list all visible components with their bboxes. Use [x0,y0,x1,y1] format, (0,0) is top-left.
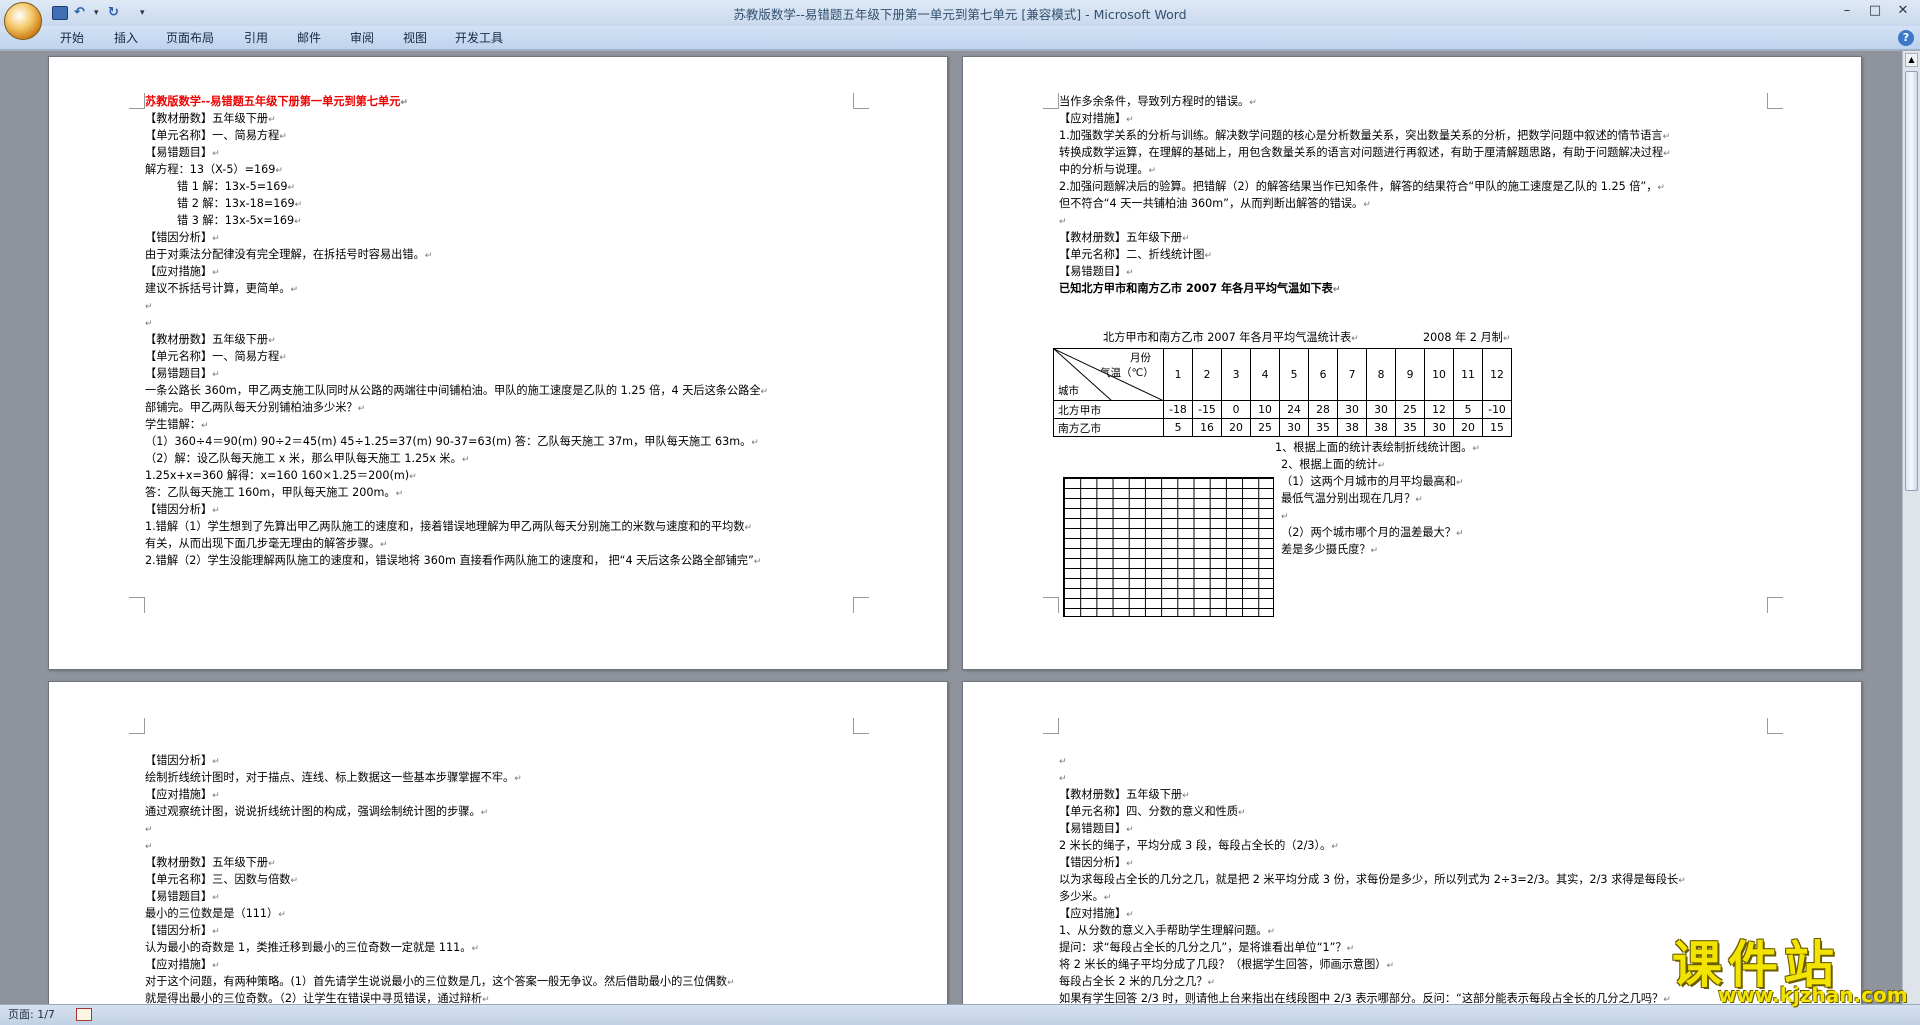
text-line: 2.错解（2）学生没能理解两队施工的速度和，错误地将 360m 直接看作两队施工… [145,552,761,571]
document-area[interactable]: 苏教版数学--易错题五年级下册第一单元到第七单元【教材册数】五年级下册【单元名称… [0,51,1902,1004]
office-button[interactable] [4,2,42,40]
blank-graph-grid [1063,477,1274,617]
value-cell: 20 [1221,418,1251,437]
crop-mark [1043,93,1059,109]
tab-review[interactable]: 审阅 [350,29,374,47]
value-cell: 12 [1424,400,1454,419]
value-cell: 15 [1482,418,1512,437]
maximize-icon[interactable]: □ [1864,2,1886,20]
text-line: 建议不拆括号计算，更简单。 [145,280,298,299]
month-header: 月份 [1130,352,1151,364]
value-cell: 30 [1279,418,1309,437]
month-cell: 6 [1308,348,1338,401]
value-cell: -15 [1192,400,1222,419]
scroll-thumb[interactable] [1905,71,1918,491]
month-cell: 4 [1250,348,1280,401]
value-cell: 5 [1453,400,1483,419]
text-line: 就是得出最小的三位奇数。（2）让学生在错误中寻觅错误，通过辩析 [145,990,490,1004]
temp-header: 气温（℃） [1100,367,1154,379]
city-cell: 南方乙市 [1053,418,1164,437]
question-line: 最低气温分别出现在几月？ [1281,490,1423,509]
window-title: 苏教版数学--易错题五年级下册第一单元到第七单元 [兼容模式] - Micros… [733,7,1187,22]
table-caption: 北方甲市和南方乙市 2007 年各月平均气温统计表 [1103,329,1359,348]
crop-mark [1043,718,1059,734]
table-date: 2008 年 2 月制 [1423,329,1510,348]
month-cell: 10 [1424,348,1454,401]
crop-mark [853,597,869,613]
crop-mark [129,597,145,613]
value-cell: 28 [1308,400,1338,419]
text-line: 以为求每段占全长的几分之几，就是把 2 米平均分成 3 份，求每份是多少，所以列… [1059,871,1686,890]
city-cell: 北方甲市 [1053,400,1164,419]
value-cell: 30 [1337,400,1367,419]
tab-home[interactable]: 开始 [60,29,84,47]
vertical-scrollbar[interactable]: ▲ [1902,51,1920,1004]
value-cell: 25 [1250,418,1280,437]
value-cell: 35 [1395,418,1425,437]
value-cell: 25 [1395,400,1425,419]
crop-mark [1767,718,1783,734]
ribbon-tabs: 开始 插入 页面布局 引用 邮件 审阅 视图 开发工具 [0,26,1920,50]
page-2: 当作多余条件，导致列方程时的错误。【应对措施】1.加强数学关系的分析与训练。解决… [962,56,1862,670]
value-cell: 30 [1424,418,1454,437]
month-cell: 11 [1453,348,1483,401]
table-diagonal-header: 月份 气温（℃） 城市 [1053,348,1164,401]
month-cell: 12 [1482,348,1512,401]
tab-view[interactable]: 视图 [403,29,427,47]
page-indicator[interactable]: 页面: 1/7 [8,1007,55,1023]
month-cell: 5 [1279,348,1309,401]
table-row: 南方乙市 5 16 20 25 30 35 38 38 35 30 20 15 [1053,418,1512,437]
help-icon[interactable]: ? [1898,30,1914,46]
crop-mark [129,93,145,109]
tab-page-layout[interactable]: 页面布局 [166,29,214,47]
text-line: 已知北方甲市和南方乙市 2007 年各月平均气温如下表 [1059,280,1340,299]
watermark-url: www.kjzhan.com [1718,983,1908,1007]
month-cell: 8 [1366,348,1396,401]
minimize-icon[interactable]: – [1836,2,1858,20]
text-line: 但不符合“4 天一共铺柏油 360m”，从而判断出解答的错误。 [1059,195,1371,214]
month-cell: 1 [1163,348,1193,401]
month-cell: 7 [1337,348,1367,401]
crop-mark [853,93,869,109]
value-cell: 38 [1366,418,1396,437]
crop-mark [1767,93,1783,109]
city-header: 城市 [1058,385,1079,397]
crop-mark [1767,597,1783,613]
tab-developer[interactable]: 开发工具 [455,29,503,47]
page-1: 苏教版数学--易错题五年级下册第一单元到第七单元【教材册数】五年级下册【单元名称… [48,56,948,670]
scroll-up-icon[interactable]: ▲ [1905,53,1918,67]
temperature-table: 月份 气温（℃） 城市 1 2 3 4 5 6 7 8 9 10 11 12 北… [1053,348,1512,437]
value-cell: 0 [1221,400,1251,419]
proofing-icon[interactable] [76,1008,92,1021]
value-cell: 16 [1192,418,1222,437]
tab-mailings[interactable]: 邮件 [297,29,321,47]
month-cell: 2 [1192,348,1222,401]
page-3: 【错因分析】绘制折线统计图时，对于描点、连线、标上数据这一些基本步骤掌握不牢。【… [48,681,948,1004]
value-cell: -18 [1163,400,1193,419]
value-cell: 38 [1337,418,1367,437]
value-cell: 5 [1163,418,1193,437]
value-cell: 10 [1250,400,1280,419]
close-icon[interactable]: ✕ [1892,2,1914,20]
month-cell: 9 [1395,348,1425,401]
tab-references[interactable]: 引用 [244,29,268,47]
value-cell: 35 [1308,418,1338,437]
watermark-logo: 课件站 www.kjzhan.com [1664,925,1908,1007]
crop-mark [1043,597,1059,613]
table-row: 北方甲市 -18 -15 0 10 24 28 30 30 25 12 5 -1… [1053,400,1512,419]
value-cell: 30 [1366,400,1396,419]
value-cell: 20 [1453,418,1483,437]
status-bar: 页面: 1/7 [0,1004,1920,1025]
crop-mark [853,718,869,734]
question-line: 差是多少摄氏度？ [1281,541,1378,560]
text-line: 如果有学生回答 2/3 时，则请他上台来指出在线段图中 2/3 表示哪部分。反问… [1059,990,1671,1004]
tab-insert[interactable]: 插入 [114,29,138,47]
month-cell: 3 [1221,348,1251,401]
value-cell: 24 [1279,400,1309,419]
value-cell: -10 [1482,400,1512,419]
text-line: 通过观察统计图，说说折线统计图的构成，强调绘制统计图的步骤。 [145,803,488,822]
crop-mark [129,718,145,734]
title-bar: ↶ ▾ ↻ ▾ 苏教版数学--易错题五年级下册第一单元到第七单元 [兼容模式] … [0,0,1920,26]
